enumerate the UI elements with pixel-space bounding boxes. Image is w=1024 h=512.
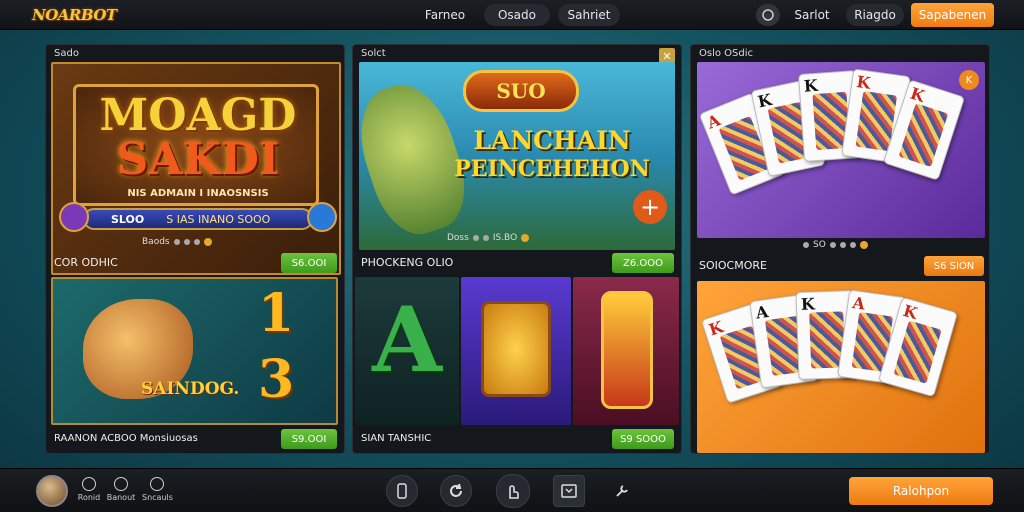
tool-button[interactable]: [606, 475, 638, 507]
hero-bar: SLOO S IAS INANO SOOO: [83, 208, 313, 230]
dot-icon[interactable]: [829, 242, 836, 248]
plus-icon[interactable]: +: [633, 190, 667, 224]
price-button-1[interactable]: S6.OOI: [281, 253, 337, 273]
dot-active-icon[interactable]: [203, 238, 212, 246]
price-button-2[interactable]: S9 SOOO: [612, 429, 674, 449]
carousel-label: SO: [813, 240, 826, 250]
panel-title: Oslo OSdic: [699, 48, 753, 59]
game-name-2[interactable]: RAANON ACBOO Monsiuosas: [54, 433, 198, 444]
logo[interactable]: NOARBOT: [32, 3, 128, 27]
price-button-1[interactable]: S6 SION: [924, 256, 984, 276]
bottom-cta-button[interactable]: Ralohpon: [849, 477, 993, 505]
nav-item-4[interactable]: Sarlot: [788, 4, 836, 26]
coin-symbol-icon: [481, 301, 551, 397]
refresh-button[interactable]: [440, 475, 472, 507]
coin-button[interactable]: [756, 4, 780, 26]
game-name-2[interactable]: SIAN TANSHIC: [361, 433, 431, 444]
nav-item-2[interactable]: Osado: [484, 4, 550, 26]
letter-a-icon: A: [372, 287, 442, 393]
carousel-value: IS.BO: [492, 233, 518, 243]
dot-icon[interactable]: [803, 242, 809, 248]
carousel-label: Baods: [142, 237, 170, 247]
hero-right-gem-icon: [307, 202, 337, 232]
carousel-dots[interactable]: Baods: [142, 235, 212, 249]
game-tile-hero[interactable]: SUO LANCHAIN PEINCEHEHON +: [359, 62, 675, 250]
top-bar: NOARBOT Farneo Osado Sahriet Sarlot Riag…: [0, 0, 1024, 30]
game-name-1[interactable]: SOIOCMORE: [699, 259, 767, 272]
spin-button[interactable]: [496, 474, 530, 508]
dot-icon[interactable]: [193, 239, 200, 245]
nav-item-5[interactable]: Riagdo: [846, 4, 904, 26]
price-button-2[interactable]: S9.OOI: [281, 429, 337, 449]
phone-button[interactable]: [386, 475, 418, 507]
dot-icon[interactable]: [472, 235, 479, 241]
card-game-tile-1[interactable]: A K K K K K: [697, 62, 985, 238]
game-name-1[interactable]: PHOCKENG OLIO: [361, 256, 453, 269]
home-icon: [82, 477, 96, 491]
dot-icon[interactable]: [173, 239, 180, 245]
game-panel-1: Sado MOAGD SAKDI NIS ADMAIN I INAOSNSIS …: [45, 44, 345, 454]
menu-button[interactable]: [553, 475, 585, 507]
bottom-nav-label: Sncauls: [142, 493, 173, 502]
gift-icon: [114, 477, 128, 491]
phone-icon: [397, 483, 407, 499]
dot-icon[interactable]: [839, 242, 846, 248]
hero-headline-2: PEINCEHEHON: [454, 156, 650, 182]
dot-icon[interactable]: [482, 235, 489, 241]
carousel-label: Doss: [447, 233, 469, 243]
game-panel-2: Solct ✕ SUO LANCHAIN PEINCEHEHON + Doss …: [352, 44, 682, 454]
hero-bar-left: SLOO: [111, 212, 145, 226]
dot-icon[interactable]: [849, 242, 856, 248]
carousel-dots[interactable]: Doss IS.BO: [447, 231, 530, 245]
bottom-bar: Ronid Banout Sncauls Ralohpon: [0, 468, 1024, 512]
wrench-icon: [616, 485, 628, 497]
hero-bar-right: S IAS INANO SOOO: [166, 212, 271, 226]
symbol-tile-letter[interactable]: A: [355, 277, 459, 425]
nav-item-3[interactable]: Sahriet: [558, 4, 620, 26]
hero-headline-1: LANCHAIN: [473, 126, 631, 155]
settings-icon: [150, 477, 164, 491]
bottom-nav-item-2[interactable]: Banout: [106, 477, 136, 502]
game-tile-fish[interactable]: SAINDOG. 1 3: [51, 277, 338, 425]
hero-headline-2: SAKDI: [116, 134, 280, 185]
panel-title: Sado: [54, 48, 79, 59]
signup-button[interactable]: Sapabenen: [911, 3, 994, 27]
panel-title: Solct: [361, 48, 386, 59]
tile-digit-1: 1: [258, 283, 295, 344]
dot-active-icon[interactable]: [521, 234, 530, 242]
avatar[interactable]: [36, 475, 68, 507]
bottom-nav-label: Ronid: [77, 493, 101, 502]
symbol-tile-crown[interactable]: [573, 277, 679, 425]
hero-badge: SUO: [463, 70, 579, 112]
game-name-1[interactable]: COR ODHIC: [54, 256, 118, 269]
game-panel-3: Oslo OSdic A K K K K K SO SOIOCMORE S6 S…: [690, 44, 990, 454]
carousel-dots[interactable]: SO: [803, 238, 868, 252]
hero-tagline: NIS ADMAIN I INAOSNSIS: [127, 188, 269, 199]
totem-symbol-icon: [601, 291, 653, 409]
tile-fish-text: SAINDOG.: [141, 379, 240, 399]
bottom-nav-label: Banout: [106, 493, 136, 502]
window-icon: [561, 484, 577, 498]
price-button-1[interactable]: Z6.OOO: [612, 253, 674, 273]
bottom-nav-item-1[interactable]: Ronid: [74, 477, 104, 502]
dot-active-icon[interactable]: [859, 241, 868, 249]
badge-icon[interactable]: K: [959, 70, 979, 90]
bottom-nav-item-3[interactable]: Sncauls: [142, 477, 173, 502]
tile-digit-2: 3: [258, 349, 295, 410]
hand-icon: [509, 485, 519, 499]
hero-left-gem-icon: [59, 202, 89, 232]
nav-item-1[interactable]: Farneo: [418, 4, 472, 26]
card-game-tile-2[interactable]: K A K A K: [697, 281, 985, 453]
refresh-icon: [450, 483, 462, 497]
symbol-tile-coin[interactable]: [461, 277, 571, 425]
coin-icon: [762, 9, 774, 21]
dot-icon[interactable]: [183, 239, 190, 245]
